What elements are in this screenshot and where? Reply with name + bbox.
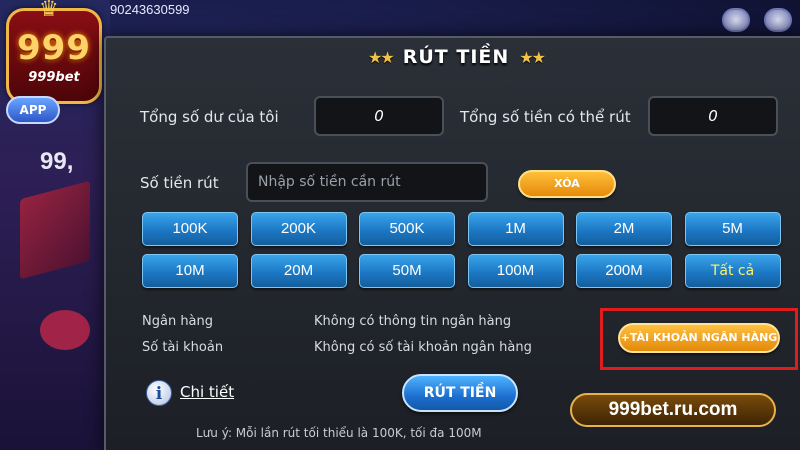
amount-label: Số tiền rút (140, 174, 219, 192)
amount-button-20m[interactable]: 20M (250, 254, 347, 288)
diamond-icon[interactable] (722, 8, 750, 32)
stars-right-icon: ★★ (519, 47, 546, 67)
stars-left-icon: ★★ (368, 47, 395, 67)
withdrawable-label: Tổng số tiền có thể rút (460, 108, 631, 126)
site-watermark: 999bet.ru.com (570, 393, 776, 427)
amount-button-200k[interactable]: 200K (250, 212, 347, 246)
balance-value: 0 (314, 96, 444, 136)
withdraw-note: Lưu ý: Mỗi lần rút tối thiểu là 100K, tố… (196, 426, 482, 440)
app-download-badge[interactable]: APP (6, 96, 60, 124)
amount-button-100k[interactable]: 100K (142, 212, 238, 246)
amount-input[interactable]: Nhập số tiền cần rút (246, 162, 488, 202)
logo-brand-text: 999bet (28, 69, 80, 85)
withdraw-button[interactable]: RÚT TIỀN (402, 374, 518, 412)
logo-number: 999 (17, 27, 91, 68)
background-balance-text: 99, (40, 148, 74, 175)
account-label: Số tài khoản (142, 340, 224, 355)
withdrawable-value: 0 (648, 96, 778, 136)
add-bank-account-button[interactable]: +TÀI KHOẢN NGÂN HÀNG (618, 323, 780, 353)
bank-value: Không có thông tin ngân hàng (314, 314, 512, 329)
settings-icon[interactable] (764, 8, 792, 32)
amount-button-1m[interactable]: 1M (467, 212, 564, 246)
info-icon[interactable]: i (146, 380, 172, 406)
background-game-art-2 (40, 310, 90, 350)
bank-label: Ngân hàng (142, 314, 214, 329)
brand-logo: ♛ 999 999bet (6, 0, 102, 104)
amount-button-50m[interactable]: 50M (359, 254, 455, 288)
amount-options: 100K 200K 500K 1M 2M 5M 10M 20M 50M 100M… (142, 212, 782, 288)
account-value: Không có số tài khoản ngân hàng (314, 340, 532, 355)
amount-button-500k[interactable]: 500K (359, 212, 455, 246)
withdraw-dialog: ★★ RÚT TIỀN ★★ Tổng số dư của tôi 0 Tổng… (104, 36, 800, 450)
amount-button-2m[interactable]: 2M (576, 212, 672, 246)
detail-link[interactable]: Chi tiết (180, 383, 234, 401)
amount-button-all[interactable]: Tất cả (684, 254, 781, 288)
amount-button-5m[interactable]: 5M (684, 212, 781, 246)
clear-button[interactable]: XÓA (518, 170, 616, 198)
dialog-title-row: ★★ RÚT TIỀN ★★ (106, 40, 800, 74)
amount-button-100m[interactable]: 100M (467, 254, 564, 288)
balance-label: Tổng số dư của tôi (140, 108, 279, 126)
crown-icon: ♛ (39, 0, 59, 22)
amount-button-200m[interactable]: 200M (576, 254, 672, 288)
dialog-title: RÚT TIỀN (402, 46, 510, 68)
account-phone: 90243630599 (110, 2, 190, 17)
amount-button-10m[interactable]: 10M (142, 254, 238, 288)
